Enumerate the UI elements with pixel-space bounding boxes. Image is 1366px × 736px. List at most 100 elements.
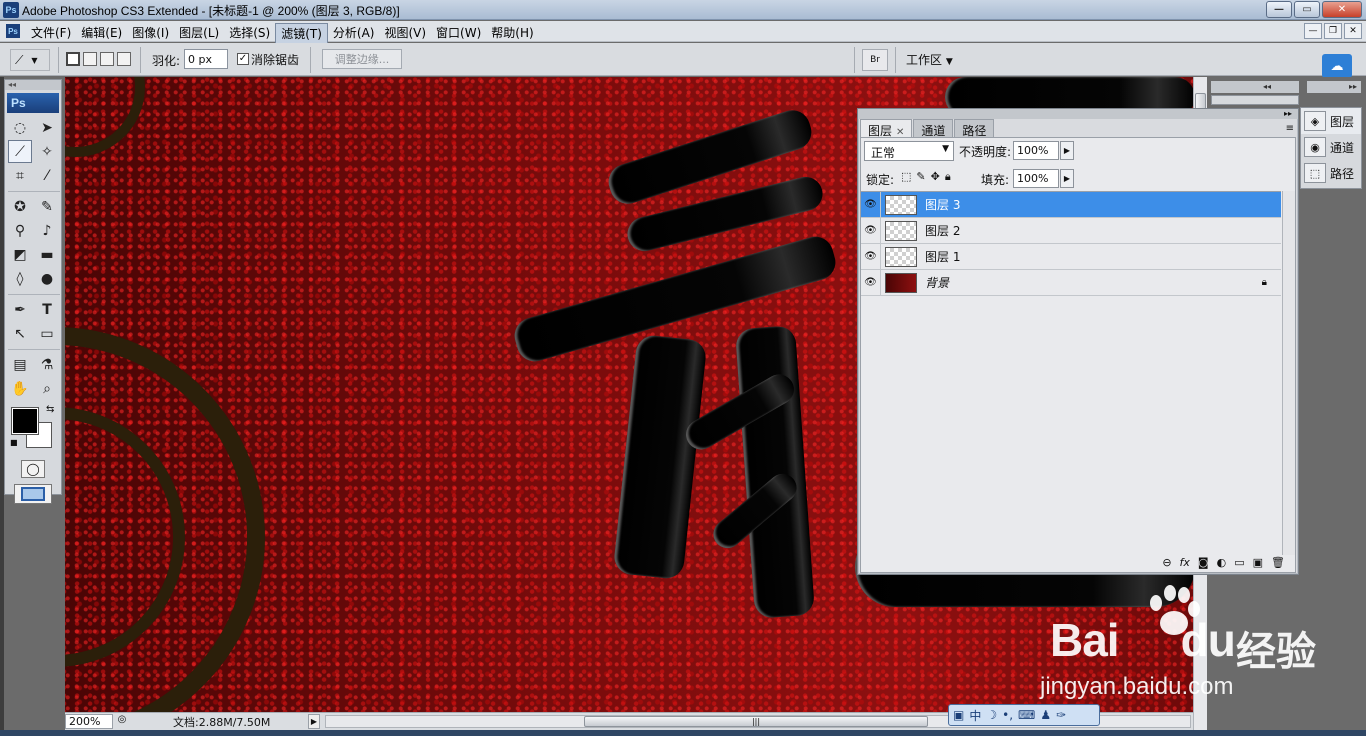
maximize-button[interactable]: ▭: [1294, 1, 1320, 18]
swap-colors-icon[interactable]: ⇆: [46, 404, 54, 415]
collapsed-panel[interactable]: [1211, 95, 1299, 105]
lock-transparency-icon[interactable]: ⬚: [901, 170, 911, 184]
marquee-tool-icon[interactable]: ◌: [8, 116, 32, 139]
link-layers-icon[interactable]: ⊖: [1162, 556, 1171, 572]
path-selection-icon[interactable]: ↖: [8, 322, 32, 345]
brush-tool-icon[interactable]: ✎: [35, 195, 59, 218]
dock-item-paths[interactable]: ⬚ 路径: [1301, 160, 1361, 186]
dock-item-layers[interactable]: ◈ 图层: [1301, 108, 1361, 134]
panel-grip[interactable]: ▸▸: [858, 109, 1298, 119]
gradient-tool-icon[interactable]: ▬: [35, 243, 59, 266]
hand-tool-icon[interactable]: ✋: [8, 377, 32, 400]
antialias-checkbox[interactable]: ✓: [237, 53, 249, 65]
visibility-eye-icon[interactable]: 👁︎: [861, 217, 881, 244]
foreground-color[interactable]: [11, 407, 39, 435]
doc-close-button[interactable]: ✕: [1344, 23, 1362, 39]
menu-item[interactable]: 滤镜(T): [275, 23, 328, 44]
eraser-tool-icon[interactable]: ◩: [8, 243, 32, 266]
menu-item[interactable]: 视图(V): [379, 23, 431, 44]
pen-tool-icon[interactable]: ✒: [8, 298, 32, 321]
feather-input[interactable]: 0 px: [184, 49, 228, 69]
ime-logo-icon[interactable]: ▣: [953, 708, 964, 722]
layer-row[interactable]: 👁︎ 图层 1: [861, 243, 1281, 270]
menu-item[interactable]: 帮助(H): [486, 23, 538, 44]
close-button[interactable]: ✕: [1322, 1, 1362, 18]
zoom-field[interactable]: 200%: [65, 714, 113, 729]
subtract-selection-icon[interactable]: [100, 52, 114, 66]
menu-item[interactable]: 分析(A): [328, 23, 380, 44]
fill-input[interactable]: 100%: [1013, 169, 1059, 188]
visibility-eye-icon[interactable]: 👁︎: [861, 243, 881, 270]
layer-row[interactable]: 👁︎ 图层 3: [861, 191, 1281, 218]
eyedropper-tool-icon[interactable]: ⚗: [35, 353, 59, 376]
adjustment-layer-icon[interactable]: ◐: [1217, 556, 1227, 572]
workspace-menu[interactable]: 工作区 ▼: [906, 51, 953, 68]
panel-menu-icon[interactable]: ≡: [1286, 123, 1294, 134]
quick-mask-icon[interactable]: ◯: [21, 460, 45, 478]
zoom-tool-icon[interactable]: ⌕: [35, 377, 59, 400]
default-colors-icon[interactable]: ■: [10, 438, 18, 447]
layer-style-icon[interactable]: fx: [1180, 556, 1190, 572]
info-icon[interactable]: ◎: [115, 714, 129, 729]
clone-stamp-icon[interactable]: ⚲: [8, 219, 32, 242]
document-icon[interactable]: Ps: [6, 24, 20, 38]
doc-minimize-button[interactable]: —: [1304, 23, 1322, 39]
tab-channels[interactable]: 通道: [913, 119, 954, 138]
new-selection-icon[interactable]: [66, 52, 80, 66]
menu-item[interactable]: 图像(I): [127, 23, 174, 44]
refine-edge-button[interactable]: 调整边缘...: [322, 49, 402, 69]
menu-item[interactable]: 窗口(W): [431, 23, 486, 44]
notes-tool-icon[interactable]: ▤: [8, 353, 32, 376]
dock-grip[interactable]: ◂◂: [1211, 81, 1299, 93]
dock-item-channels[interactable]: ◉ 通道: [1301, 134, 1361, 160]
new-group-icon[interactable]: ▭: [1234, 556, 1244, 572]
opacity-slider-arrow[interactable]: ▶: [1060, 141, 1074, 160]
layer-list-scrollbar[interactable]: [1282, 191, 1295, 555]
tab-paths[interactable]: 路径: [954, 119, 995, 138]
keyboard-icon[interactable]: ⌨: [1018, 708, 1035, 722]
half-width-icon[interactable]: ☽: [986, 708, 997, 722]
move-tool-icon[interactable]: ➤: [35, 116, 59, 139]
slice-tool-icon[interactable]: ⁄: [35, 164, 59, 187]
cloud-icon[interactable]: ☁: [1322, 54, 1352, 78]
ime-mode[interactable]: 中: [969, 707, 981, 724]
layer-mask-icon[interactable]: ◙: [1198, 556, 1209, 572]
intersect-selection-icon[interactable]: [117, 52, 131, 66]
menu-item[interactable]: 图层(L): [174, 23, 224, 44]
lock-pixels-icon[interactable]: ✎: [916, 170, 925, 184]
settings-wrench-icon[interactable]: ✑: [1056, 708, 1066, 722]
magic-wand-tool-icon[interactable]: ✧: [35, 140, 59, 163]
dock-grip[interactable]: ▸▸: [1307, 81, 1361, 93]
user-icon[interactable]: ♟: [1040, 708, 1051, 722]
tab-layers[interactable]: 图层 ✕: [860, 119, 913, 138]
blend-mode-select[interactable]: 正常 ▼: [864, 141, 954, 161]
menu-item[interactable]: 编辑(E): [76, 23, 127, 44]
layer-row[interactable]: 👁︎ 背景 🔒︎: [861, 269, 1281, 296]
doc-restore-button[interactable]: ❐: [1324, 23, 1342, 39]
add-selection-icon[interactable]: [83, 52, 97, 66]
minimize-button[interactable]: —: [1266, 1, 1292, 18]
visibility-eye-icon[interactable]: 👁︎: [861, 269, 881, 296]
dodge-tool-icon[interactable]: ●: [35, 267, 59, 290]
scrollbar-thumb[interactable]: |||: [584, 716, 928, 727]
fill-slider-arrow[interactable]: ▶: [1060, 169, 1074, 188]
shape-tool-icon[interactable]: ▭: [35, 322, 59, 345]
toolbox-grip[interactable]: ◂◂: [5, 80, 61, 90]
polygonal-lasso-tool-icon[interactable]: ⟋: [8, 140, 32, 163]
delete-layer-icon[interactable]: 🗑︎: [1271, 556, 1285, 572]
screen-mode-button[interactable]: [14, 484, 52, 504]
punctuation-icon[interactable]: •,: [1002, 708, 1013, 722]
menu-item[interactable]: 文件(F): [26, 23, 76, 44]
opacity-input[interactable]: 100%: [1013, 141, 1059, 160]
menu-item[interactable]: 选择(S): [224, 23, 275, 44]
status-menu-arrow[interactable]: ▶: [308, 714, 320, 729]
lock-position-icon[interactable]: ✥: [931, 170, 940, 184]
tool-preset-picker[interactable]: ⟋ ▼: [10, 49, 50, 71]
lock-all-icon[interactable]: 🔒︎: [945, 170, 951, 184]
healing-brush-icon[interactable]: ✪: [8, 195, 32, 218]
new-layer-icon[interactable]: ▣: [1253, 556, 1263, 572]
crop-tool-icon[interactable]: ⌗: [8, 164, 32, 187]
type-tool-icon[interactable]: T: [35, 298, 59, 321]
bridge-icon[interactable]: Br: [862, 49, 888, 71]
layer-row[interactable]: 👁︎ 图层 2: [861, 217, 1281, 244]
